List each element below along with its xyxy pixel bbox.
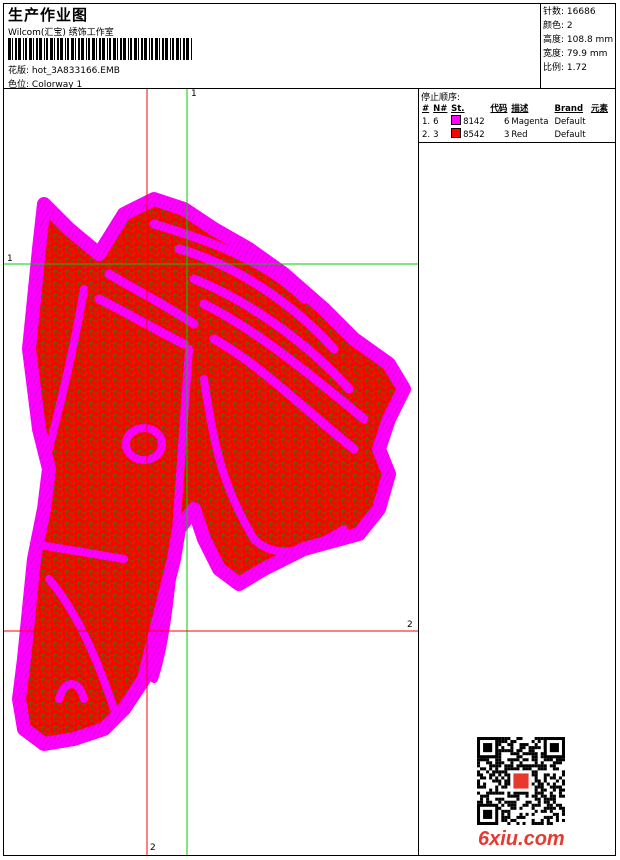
design-file: hot_3A833166.EMB (31, 66, 120, 76)
stat-colors: 颜色: 2 (543, 21, 573, 31)
guide-label-green-h: 1 (7, 254, 13, 264)
studio-name: Wilcom(汇宝) 绣饰工作室 (8, 28, 114, 38)
barcode (8, 38, 192, 60)
stat-stitches: 针数: 16686 (543, 7, 596, 17)
horse-head-outline (12, 192, 411, 751)
production-sheet: 生产作业图 Wilcom(汇宝) 绣饰工作室 花版: hot_3A833166.… (3, 3, 616, 856)
guide-label-green-v: 1 (191, 89, 197, 99)
horse-embroidery-preview (4, 89, 418, 855)
stat-scale: 比例: 1.72 (543, 63, 587, 73)
header-panel: 生产作业图 Wilcom(汇宝) 绣饰工作室 花版: hot_3A833166.… (4, 4, 541, 90)
guide-label-red-h: 2 (407, 620, 413, 630)
qr-code (477, 737, 565, 825)
stats-panel: 针数: 16686 颜色: 2 高度: 108.8 mm 宽度: 79.9 mm… (541, 4, 615, 89)
guide-label-red-v: 2 (150, 843, 156, 853)
design-file-line: 花版: hot_3A833166.EMB (8, 63, 120, 76)
design-canvas: 1 1 2 2 (4, 89, 419, 855)
color-swatch (451, 115, 462, 125)
sheet-title: 生产作业图 (8, 6, 89, 24)
table-header: # N# St. 代码 描述 Brand 元素 (422, 104, 608, 114)
stop-sequence-label: 停止顺序: (421, 93, 461, 103)
watermark-logo: 6xiu.com (478, 828, 565, 850)
stat-width: 宽度: 79.9 mm (543, 49, 608, 59)
table-divider (419, 142, 615, 143)
table-row: 1. 6 8142 6 Magenta Default (422, 115, 586, 127)
stat-height: 高度: 108.8 mm (543, 35, 614, 45)
table-row: 2. 3 8542 3 Red Default (422, 128, 586, 140)
stop-sequence-table: # N# St. 代码 描述 Brand 元素 1. 6 8142 6 Mage… (421, 103, 611, 141)
design-label: 花版: (8, 66, 30, 76)
color-swatch (451, 128, 462, 138)
